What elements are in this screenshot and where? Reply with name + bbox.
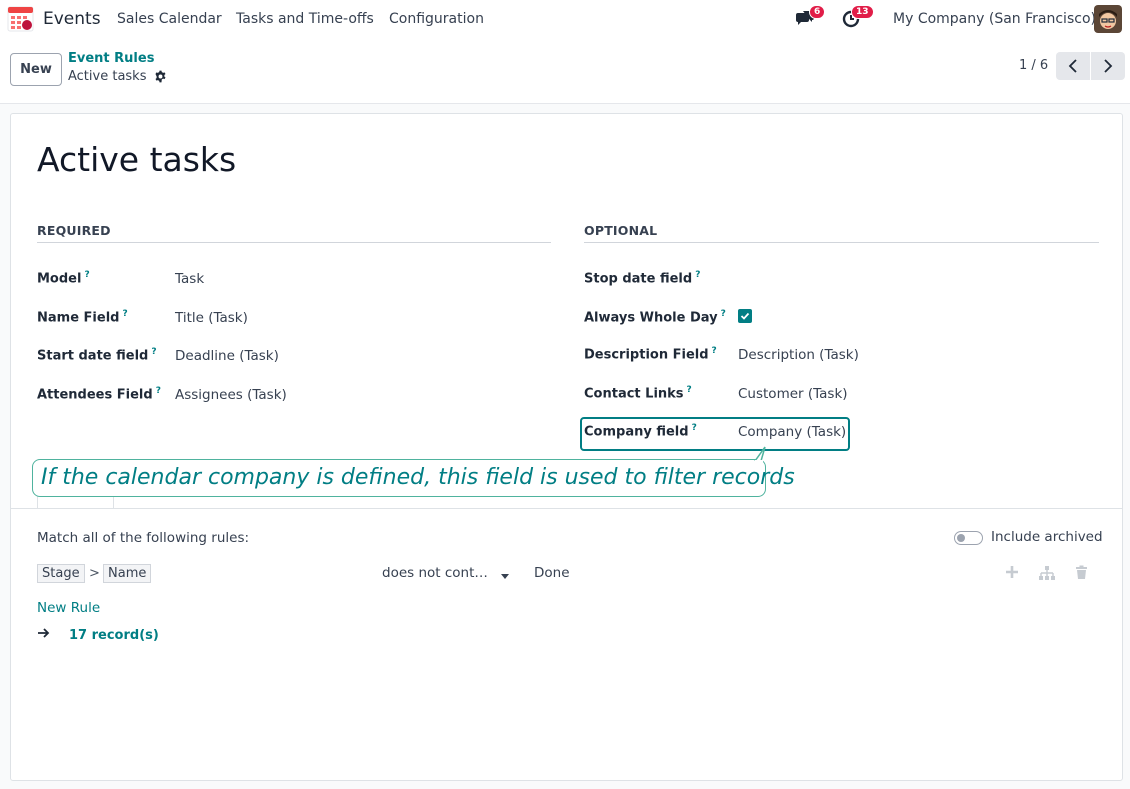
help-tooltip-icon[interactable]: ? — [687, 385, 692, 395]
menu-tasks-and-time-offs[interactable]: Tasks and Time-offs — [236, 11, 374, 27]
optional-group-title: OPTIONAL — [584, 223, 658, 238]
new-rule-link[interactable]: New Rule — [37, 600, 100, 616]
required-group-separator — [37, 242, 551, 243]
menu-sales-calendar[interactable]: Sales Calendar — [117, 11, 222, 27]
records-count-link[interactable]: 17 record(s) — [69, 628, 159, 643]
gear-icon[interactable] — [154, 70, 167, 87]
help-tooltip-icon[interactable]: ? — [692, 423, 697, 433]
chevron-left-icon — [1068, 59, 1077, 73]
company-switcher[interactable]: My Company (San Francisco) — [893, 11, 1096, 27]
checkmark-icon — [740, 312, 750, 320]
user-avatar[interactable] — [1094, 5, 1122, 33]
form-sheet: Active tasks REQUIRED Model? Task Name F… — [10, 113, 1123, 781]
description-field[interactable]: Description (Task) — [738, 347, 859, 363]
app-name[interactable]: Events — [43, 9, 101, 29]
company-field-tooltip: If the calendar company is defined, this… — [32, 446, 795, 497]
breadcrumb-current: Active tasks — [68, 69, 147, 84]
rule-value[interactable]: Done — [534, 565, 570, 581]
messages-badge: 6 — [809, 5, 826, 19]
contact-links-field[interactable]: Customer (Task) — [738, 386, 848, 402]
stop-date-field-label: Stop date field? — [584, 270, 701, 287]
help-tooltip-icon[interactable]: ? — [84, 270, 89, 280]
arrow-right-icon — [37, 627, 50, 643]
model-label: Model? — [37, 270, 90, 287]
rule-path-name[interactable]: Name — [103, 564, 152, 583]
chevron-right-icon — [1104, 59, 1113, 73]
match-rules-text: Match all of the following rules: — [37, 530, 250, 546]
top-navbar: Events Sales Calendar Tasks and Time-off… — [0, 0, 1130, 38]
always-whole-day-label: Always Whole Day? — [584, 309, 726, 326]
pager-next-button[interactable] — [1091, 52, 1125, 80]
rule-path-separator: > — [89, 566, 100, 581]
toggle-knob — [957, 534, 965, 542]
tooltip-arrow-icon — [754, 446, 766, 462]
control-panel: New Event Rules Active tasks 1 / 6 — [0, 38, 1130, 104]
new-button[interactable]: New — [10, 53, 62, 86]
description-field-label: Description Field? — [584, 346, 717, 363]
add-branch-icon[interactable] — [1038, 565, 1056, 585]
tooltip-text: If the calendar company is defined, this… — [41, 465, 795, 490]
required-group-title: REQUIRED — [37, 223, 111, 238]
company-field-label: Company field? — [584, 423, 697, 440]
help-tooltip-icon[interactable]: ? — [151, 347, 156, 357]
help-tooltip-icon[interactable]: ? — [712, 346, 717, 356]
start-date-field[interactable]: Deadline (Task) — [175, 348, 279, 364]
optional-group-separator — [584, 242, 1099, 243]
activities-badge: 13 — [851, 5, 874, 19]
breadcrumb-event-rules[interactable]: Event Rules — [68, 51, 154, 66]
calendar-app-icon[interactable] — [7, 5, 34, 32]
contact-links-label: Contact Links? — [584, 385, 692, 402]
pager-previous-button[interactable] — [1056, 52, 1090, 80]
add-rule-plus-icon[interactable] — [1005, 565, 1019, 583]
attendees-field-label: Attendees Field? — [37, 386, 161, 403]
model-field[interactable]: Task — [175, 271, 204, 287]
start-date-field-label: Start date field? — [37, 347, 157, 364]
help-tooltip-icon[interactable]: ? — [156, 386, 161, 396]
delete-rule-trash-icon[interactable] — [1075, 565, 1088, 584]
attendees-field[interactable]: Assignees (Task) — [175, 387, 287, 403]
help-tooltip-icon[interactable]: ? — [721, 309, 726, 319]
name-field-label: Name Field? — [37, 309, 128, 326]
help-tooltip-icon[interactable]: ? — [695, 270, 700, 280]
section-separator — [11, 508, 1122, 509]
name-field[interactable]: Title (Task) — [175, 310, 248, 326]
always-whole-day-checkbox[interactable] — [738, 309, 752, 323]
rule-operator-select[interactable]: does not cont… — [382, 565, 488, 581]
caret-down-icon[interactable] — [501, 569, 509, 584]
menu-configuration[interactable]: Configuration — [389, 11, 484, 27]
help-tooltip-icon[interactable]: ? — [122, 309, 127, 319]
include-archived-label[interactable]: Include archived — [991, 529, 1103, 545]
include-archived-toggle[interactable] — [954, 531, 983, 545]
record-title[interactable]: Active tasks — [37, 140, 236, 179]
pager-value[interactable]: 1 / 6 — [1019, 58, 1048, 73]
rule-path-stage[interactable]: Stage — [37, 564, 85, 583]
company-field[interactable]: Company (Task) — [738, 424, 846, 440]
